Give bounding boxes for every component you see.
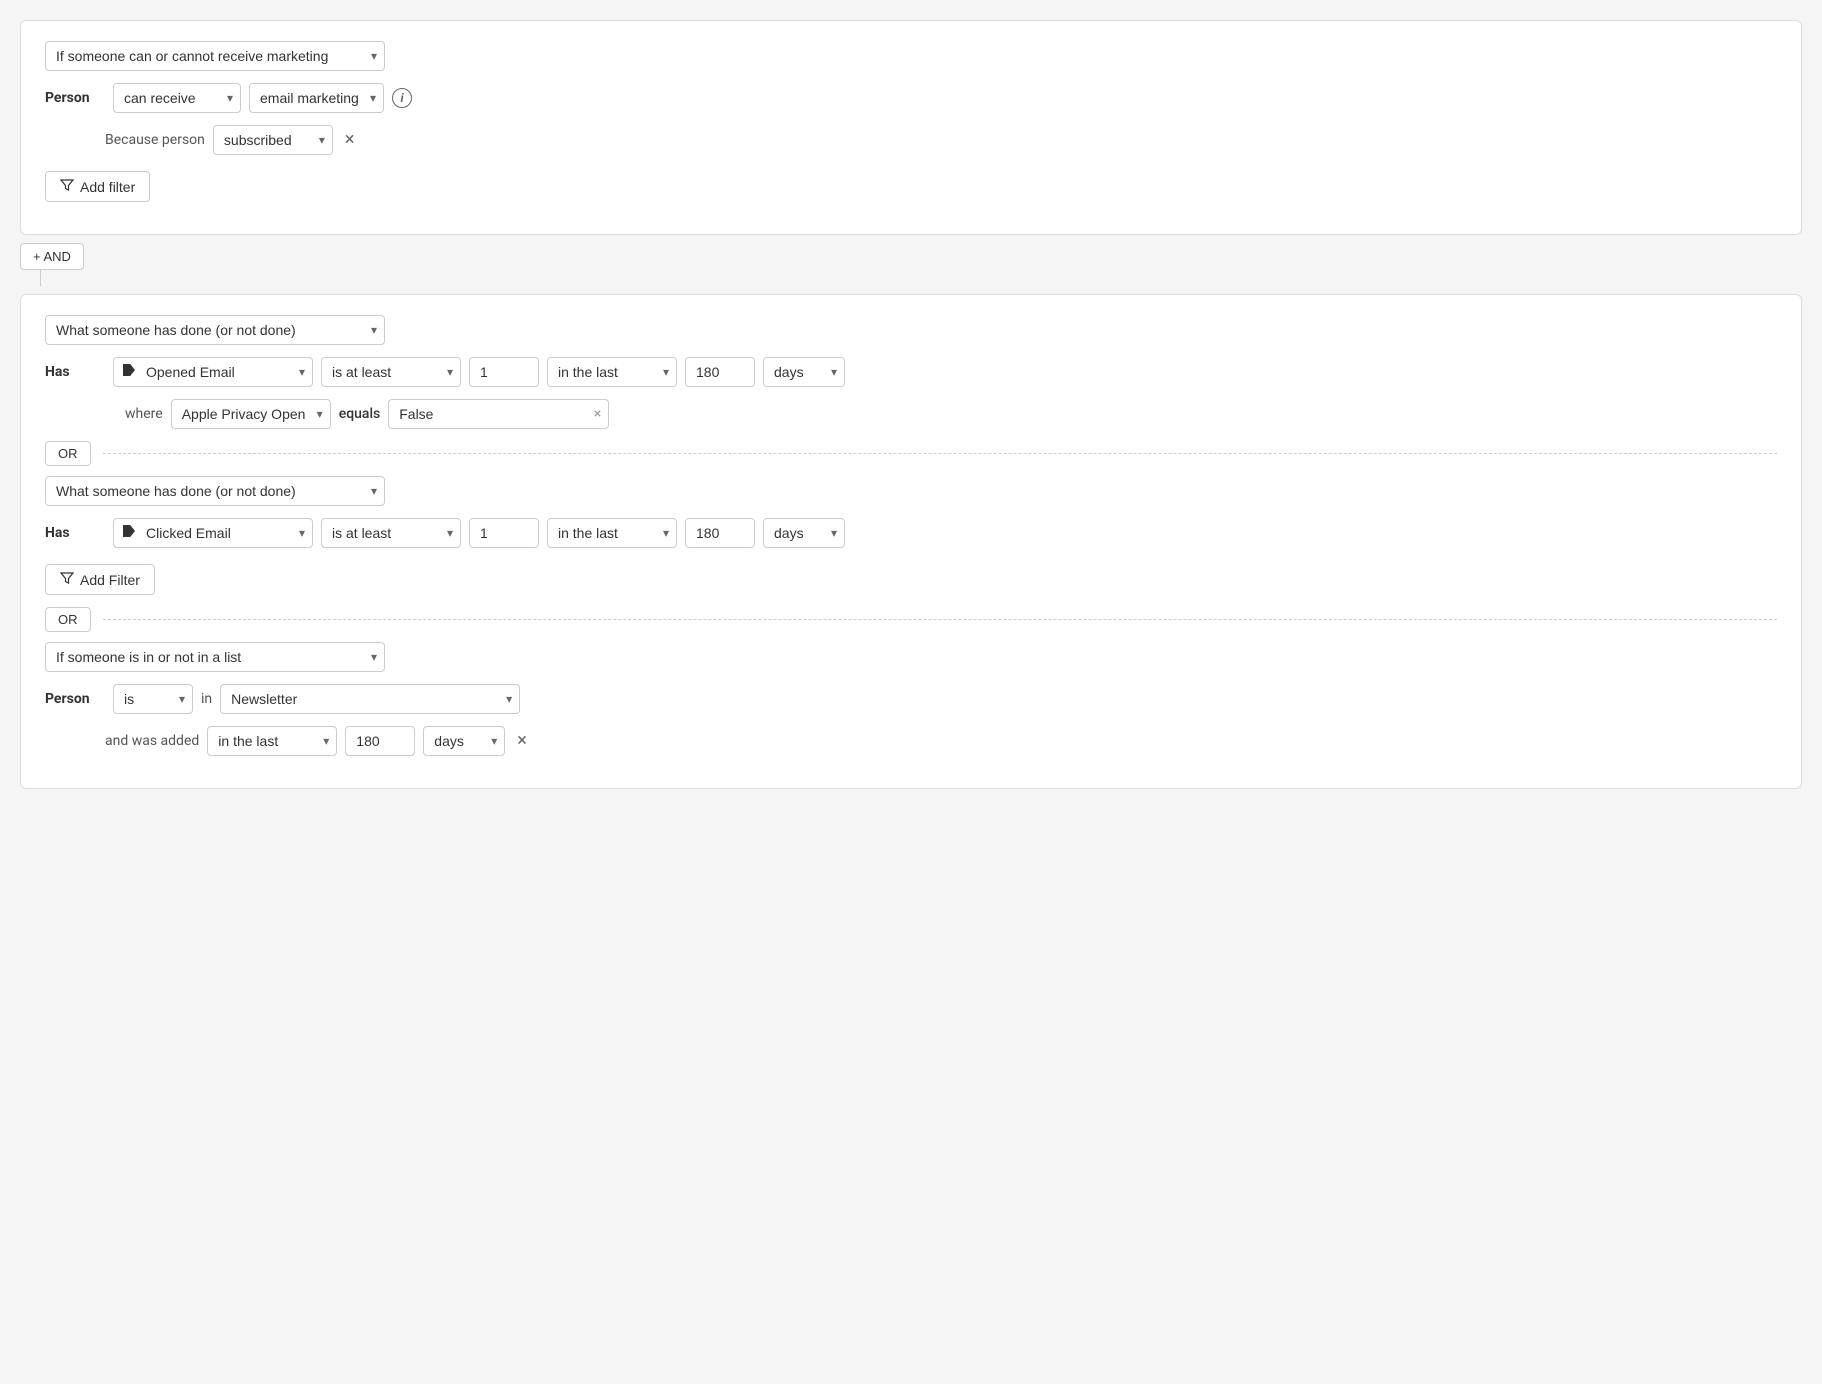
clicked-days-unit-wrapper[interactable]: daysweeksmonths bbox=[763, 518, 845, 548]
because-select[interactable]: subscribedunsubscribed bbox=[213, 125, 333, 155]
marketing-main-dropdown-wrapper[interactable]: If someone can or cannot receive marketi… bbox=[45, 41, 385, 71]
because-select-wrapper[interactable]: subscribedunsubscribed bbox=[213, 125, 333, 155]
in-label: in bbox=[201, 691, 212, 707]
where-value-wrapper: × bbox=[388, 399, 609, 429]
info-icon[interactable]: i bbox=[392, 88, 412, 108]
or-row-1: OR bbox=[45, 441, 1777, 466]
nested-clicked-email: What someone has done (or not done) Has … bbox=[45, 476, 1777, 756]
where-field-wrapper[interactable]: Apple Privacy OpenCampaign NameSubject bbox=[171, 399, 331, 429]
block-list: If someone is in or not in a list Person… bbox=[45, 642, 1777, 756]
where-value-input[interactable] bbox=[388, 399, 609, 429]
added-days-input[interactable] bbox=[345, 726, 415, 756]
marketing-type-select[interactable]: email marketingsms marketing bbox=[249, 83, 384, 113]
add-filter-button-2[interactable]: Add Filter bbox=[45, 564, 155, 595]
opened-main-dropdown[interactable]: What someone has done (or not done) bbox=[45, 315, 385, 345]
added-time-wrapper[interactable]: in the lastin the next bbox=[207, 726, 337, 756]
clicked-time-wrapper[interactable]: in the lastin the next bbox=[547, 518, 677, 548]
equals-label: equals bbox=[339, 406, 381, 422]
add-filter-label-1: Add filter bbox=[80, 179, 135, 195]
clicked-count-input[interactable] bbox=[469, 518, 539, 548]
where-field-select[interactable]: Apple Privacy OpenCampaign NameSubject bbox=[171, 399, 331, 429]
list-select[interactable]: NewsletterSubscribersVIP bbox=[220, 684, 520, 714]
can-receive-wrapper[interactable]: can receivecannot receive bbox=[113, 83, 241, 113]
is-select[interactable]: isis not bbox=[113, 684, 193, 714]
and-was-label: and was added bbox=[105, 733, 199, 749]
block-marketing: If someone can or cannot receive marketi… bbox=[20, 20, 1802, 235]
opened-main-dropdown-wrapper[interactable]: What someone has done (or not done) bbox=[45, 315, 385, 345]
marketing-main-dropdown[interactable]: If someone can or cannot receive marketi… bbox=[45, 41, 385, 71]
or-row-2: OR bbox=[45, 607, 1777, 632]
clicked-main-dropdown-wrapper[interactable]: What someone has done (or not done) bbox=[45, 476, 385, 506]
or-button-2[interactable]: OR bbox=[45, 607, 91, 632]
marketing-type-wrapper[interactable]: email marketingsms marketing bbox=[249, 83, 384, 113]
and-button[interactable]: + AND bbox=[20, 243, 84, 270]
opened-condition-select[interactable]: is at leastis at mostequals bbox=[321, 357, 461, 387]
clicked-days-unit-select[interactable]: daysweeksmonths bbox=[763, 518, 845, 548]
filter-icon-2 bbox=[60, 571, 74, 588]
person-label-2: Person bbox=[45, 691, 105, 707]
opened-event-wrapper[interactable]: Opened EmailClicked EmailReceived Email bbox=[113, 357, 313, 387]
opened-time-select[interactable]: in the lastin the next bbox=[547, 357, 677, 387]
added-days-unit-select[interactable]: daysweeksmonths bbox=[423, 726, 505, 756]
because-close-btn[interactable]: × bbox=[341, 129, 359, 151]
where-close-btn[interactable]: × bbox=[594, 406, 601, 422]
list-main-dropdown[interactable]: If someone is in or not in a list bbox=[45, 642, 385, 672]
clicked-event-wrapper[interactable]: Opened EmailClicked EmailReceived Email bbox=[113, 518, 313, 548]
add-filter-button-1[interactable]: Add filter bbox=[45, 171, 150, 202]
or-line-1 bbox=[103, 453, 1778, 454]
opened-count-input[interactable] bbox=[469, 357, 539, 387]
and-connector: + AND bbox=[20, 243, 1802, 286]
or-button-1[interactable]: OR bbox=[45, 441, 91, 466]
filter-icon-1 bbox=[60, 178, 74, 195]
added-close-btn[interactable]: × bbox=[513, 730, 531, 752]
person-label: Person bbox=[45, 90, 105, 106]
opened-days-unit-select[interactable]: daysweeksmonths bbox=[763, 357, 845, 387]
can-receive-select[interactable]: can receivecannot receive bbox=[113, 83, 241, 113]
where-row: where Apple Privacy OpenCampaign NameSub… bbox=[125, 399, 1777, 429]
clicked-time-select[interactable]: in the lastin the next bbox=[547, 518, 677, 548]
list-select-wrapper[interactable]: NewsletterSubscribersVIP bbox=[220, 684, 520, 714]
where-label: where bbox=[125, 406, 163, 422]
because-label: Because person bbox=[105, 132, 205, 148]
or-line-2 bbox=[103, 619, 1778, 620]
added-days-unit-wrapper[interactable]: daysweeksmonths bbox=[423, 726, 505, 756]
add-filter-label-2: Add Filter bbox=[80, 572, 140, 588]
opened-days-unit-wrapper[interactable]: daysweeksmonths bbox=[763, 357, 845, 387]
has-label-1: Has bbox=[45, 364, 105, 380]
block-opened-email: What someone has done (or not done) Has … bbox=[20, 294, 1802, 789]
clicked-event-select[interactable]: Opened EmailClicked EmailReceived Email bbox=[113, 518, 313, 548]
clicked-condition-wrapper[interactable]: is at leastis at mostequals bbox=[321, 518, 461, 548]
opened-time-wrapper[interactable]: in the lastin the next bbox=[547, 357, 677, 387]
has-label-2: Has bbox=[45, 525, 105, 541]
added-time-select[interactable]: in the lastin the next bbox=[207, 726, 337, 756]
clicked-condition-select[interactable]: is at leastis at mostequals bbox=[321, 518, 461, 548]
is-wrapper[interactable]: isis not bbox=[113, 684, 193, 714]
list-main-dropdown-wrapper[interactable]: If someone is in or not in a list bbox=[45, 642, 385, 672]
clicked-days-input[interactable] bbox=[685, 518, 755, 548]
opened-condition-wrapper[interactable]: is at leastis at mostequals bbox=[321, 357, 461, 387]
opened-days-input[interactable] bbox=[685, 357, 755, 387]
clicked-main-dropdown[interactable]: What someone has done (or not done) bbox=[45, 476, 385, 506]
opened-event-select[interactable]: Opened EmailClicked EmailReceived Email bbox=[113, 357, 313, 387]
